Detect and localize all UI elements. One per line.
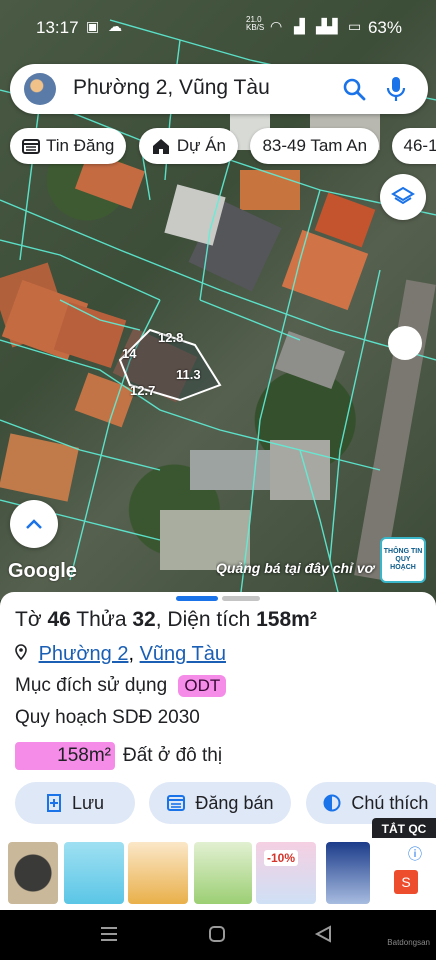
legend-label: Chú thích	[351, 792, 429, 813]
avatar[interactable]	[24, 73, 56, 105]
clock: 13:17	[36, 18, 79, 37]
planning-info-label: THÔNG TIN QUY HOẠCH	[383, 548, 423, 571]
parcel-title: Tờ 46 Thửa 32, Diện tích 158m²	[15, 608, 317, 632]
dim-left: 14	[122, 346, 137, 361]
calendar-icon	[22, 139, 40, 154]
sheet-handle[interactable]	[176, 596, 218, 601]
location-row: Phường 2, Vũng Tàu	[15, 643, 226, 666]
ad-product[interactable]: ⓘ S	[380, 842, 430, 904]
ad-banner-text[interactable]: Quảng bá tại đây chỉ vơ	[216, 560, 386, 576]
sheet-handle-secondary[interactable]	[222, 596, 260, 601]
system-nav-bar	[0, 910, 436, 960]
expand-button[interactable]	[10, 500, 58, 548]
plot-number: 32	[132, 608, 156, 631]
purpose-badge: ODT	[178, 675, 227, 697]
plan-area-row: 158m² Đất ở đô thị	[15, 742, 222, 770]
satellite-map[interactable]: 12.8 14 11.3 12.7 13:17 ▣ ☁ 21.0 KB/S ◠ …	[0, 0, 436, 600]
dim-bottom: 12.7	[130, 383, 156, 398]
dim-top: 12.8	[158, 330, 184, 345]
search-icon[interactable]	[342, 77, 366, 101]
house-icon	[152, 139, 169, 154]
label-area: , Diện tích	[155, 608, 251, 631]
chip-address-2[interactable]: 46-13	[391, 128, 436, 164]
wifi-icon: ◠	[270, 18, 283, 34]
back-icon[interactable]	[314, 925, 332, 943]
signal2-icon: ▟▟	[316, 18, 338, 34]
area-value: 158m²	[256, 608, 317, 631]
pin-icon	[15, 644, 27, 661]
plan-label: Quy hoạch SDĐ 2030	[15, 707, 200, 728]
shopping-bag-icon: S	[394, 870, 418, 894]
chip-tin-dang[interactable]: Tin Đăng	[10, 128, 127, 164]
ad-product[interactable]	[128, 842, 188, 904]
battery-level: 63%	[367, 18, 402, 37]
net-speed: 21.0 KB/S	[246, 15, 265, 32]
sheet-number: 46	[47, 608, 71, 631]
search-input[interactable]: Phường 2, Vũng Tàu	[73, 76, 270, 100]
info-icon[interactable]: ⓘ	[408, 844, 422, 864]
city-link[interactable]: Vũng Tàu	[140, 643, 226, 665]
planning-info-button[interactable]: THÔNG TIN QUY HOẠCH	[380, 537, 426, 583]
layers-button[interactable]	[380, 174, 426, 220]
layers-icon	[391, 186, 415, 205]
google-logo: Google	[8, 560, 77, 582]
chip-label: Dự Án	[176, 136, 226, 155]
sim-icon: ▣	[86, 18, 100, 34]
search-bar[interactable]: Phường 2, Vũng Tàu	[10, 64, 428, 114]
ad-product[interactable]	[64, 842, 124, 904]
post-label: Đăng bán	[195, 792, 274, 813]
post-button[interactable]: Đăng bán	[149, 782, 292, 824]
save-button[interactable]: Lưu	[15, 782, 135, 824]
chip-label: 83-49 Tam An	[262, 136, 368, 155]
ad-product[interactable]	[194, 842, 252, 904]
chip-du-an[interactable]: Dự Án	[138, 128, 238, 164]
dim-right: 11.3	[176, 367, 201, 382]
scroll-handle[interactable]	[388, 326, 422, 360]
ad-product[interactable]	[326, 842, 370, 904]
chip-label: Tin Đăng	[46, 136, 115, 155]
purpose-row: Mục đích sử dụng ODT	[15, 675, 227, 697]
label-thua: Thửa	[76, 608, 127, 631]
chip-address[interactable]: 83-49 Tam An	[250, 128, 380, 164]
plan-type: Đất ở đô thị	[123, 745, 223, 766]
ad-product[interactable]: -10%	[256, 842, 316, 904]
ad-strip[interactable]: -10% ⓘ S	[0, 838, 436, 910]
filter-chips: Tin Đăng Dự Án 83-49 Tam An 46-13	[10, 128, 436, 164]
home-icon[interactable]	[208, 925, 226, 943]
watermark: Batdongsan	[387, 938, 430, 947]
chevron-up-icon	[26, 519, 42, 529]
signal-icon: ▟	[294, 18, 305, 34]
mic-icon[interactable]	[386, 76, 406, 102]
recents-icon[interactable]	[100, 925, 118, 943]
status-bar: 13:17 ▣ ☁ 21.0 KB/S ◠ ▟ ▟▟ ▭ 63%	[0, 0, 436, 50]
cloud-icon: ☁	[108, 18, 122, 34]
discount-badge: -10%	[264, 850, 299, 866]
bookmark-add-icon	[46, 794, 61, 812]
separator: ,	[128, 643, 135, 665]
ad-product[interactable]	[8, 842, 58, 904]
contrast-icon	[323, 794, 341, 812]
plan-area-badge: 158m²	[15, 742, 115, 770]
chip-label: 46-13	[403, 136, 436, 155]
parcel-sheet: Tờ 46 Thửa 32, Diện tích 158m² Phường 2,…	[0, 592, 436, 842]
purpose-label: Mục đích sử dụng	[15, 675, 168, 696]
calendar-icon	[167, 795, 186, 811]
ward-link[interactable]: Phường 2	[39, 643, 129, 665]
label-to: Tờ	[15, 608, 42, 631]
close-ad-button[interactable]: TẮT QC	[372, 818, 436, 840]
save-label: Lưu	[71, 792, 105, 813]
battery-icon: ▭	[348, 18, 362, 34]
